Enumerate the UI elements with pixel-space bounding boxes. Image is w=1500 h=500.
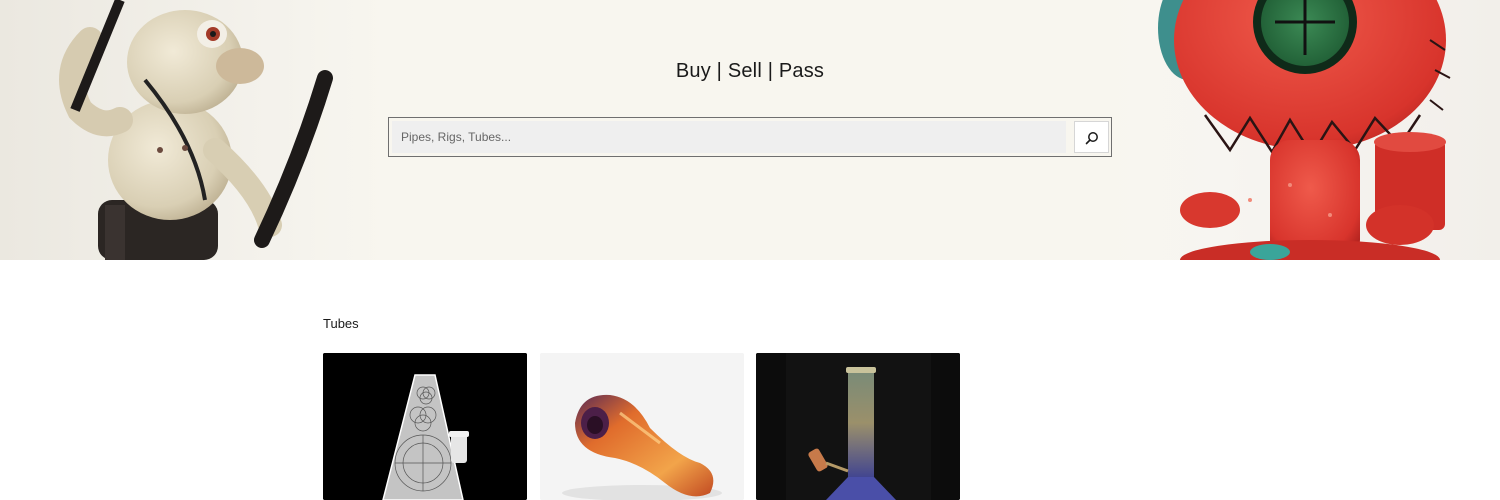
- product-image: [540, 353, 744, 500]
- section-heading: Tubes: [323, 316, 359, 331]
- page-title: Buy | Sell | Pass: [675, 60, 825, 82]
- hero-banner: Buy | Sell | Pass: [0, 0, 1500, 260]
- search-button[interactable]: [1074, 121, 1109, 153]
- search-input[interactable]: [392, 121, 1066, 153]
- product-card[interactable]: [323, 353, 527, 500]
- product-card[interactable]: [540, 353, 744, 500]
- hero-image-left: [0, 0, 390, 260]
- search-form: [388, 117, 1112, 157]
- search-icon: [1085, 132, 1098, 145]
- product-card[interactable]: [756, 353, 960, 500]
- product-image: [756, 353, 960, 500]
- product-image: [323, 353, 527, 500]
- hero-image-right: [1100, 0, 1500, 260]
